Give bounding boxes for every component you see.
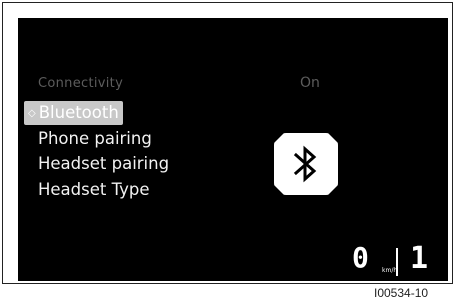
- menu-section-title: Connectivity: [38, 76, 124, 91]
- selection-marker-icon: ◇: [28, 108, 36, 119]
- divider: [396, 248, 398, 276]
- speed-unit: km/h: [382, 267, 398, 274]
- menu-item-headset-type[interactable]: Headset Type: [20, 178, 210, 202]
- menu-item-label: Headset pairing: [38, 154, 170, 173]
- figure-code: I00534-10: [374, 286, 429, 300]
- bluetooth-icon: [274, 133, 338, 195]
- speed-readout: 0: [352, 241, 369, 274]
- connectivity-status: On: [300, 75, 320, 91]
- menu-item-headset-pairing[interactable]: Headset pairing: [20, 152, 210, 176]
- gear-indicator: 1: [410, 241, 429, 276]
- connectivity-menu: ◇ Bluetooth Phone pairing Headset pairing…: [20, 101, 210, 203]
- menu-item-label: Headset Type: [38, 179, 150, 199]
- menu-item-phone-pairing[interactable]: Phone pairing: [20, 127, 210, 151]
- menu-item-label: Phone pairing: [38, 128, 152, 148]
- menu-item-label: Bluetooth: [38, 103, 119, 122]
- dashboard-display: Connectivity On ◇ Bluetooth Phone pairing…: [18, 18, 448, 281]
- menu-item-bluetooth[interactable]: ◇ Bluetooth: [20, 101, 210, 127]
